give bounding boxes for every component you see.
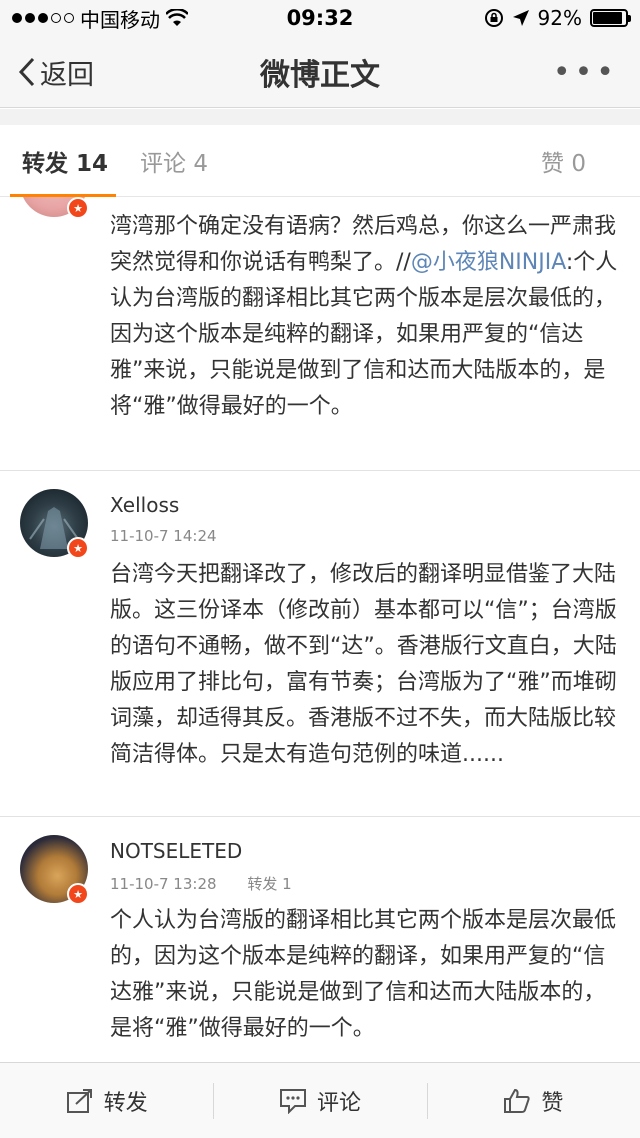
more-button[interactable]: •••: [553, 36, 618, 108]
bottom-toolbar: 转发 评论 赞: [0, 1062, 640, 1138]
comment-icon: [279, 1088, 306, 1114]
chevron-left-icon: [18, 57, 35, 87]
status-right: 92%: [484, 6, 631, 30]
status-left: 中国移动: [12, 4, 188, 33]
battery-fill: [593, 12, 623, 24]
tab-bar: 转发 14 评论 4 赞 0: [0, 125, 640, 197]
mention-link[interactable]: @小夜狼NINJIA: [411, 250, 566, 275]
back-label: 返回: [40, 59, 94, 91]
repost-list[interactable]: ★ 湾湾那个确定没有语病？然后鸡总，你这么一严肃我突然觉得和你说话有鸭梨了。//…: [0, 197, 640, 1062]
tab-comments[interactable]: 评论 4: [140, 125, 208, 197]
battery-percent: 92%: [537, 6, 582, 30]
username[interactable]: Xelloss: [110, 493, 179, 517]
like-label: 赞: [541, 1090, 564, 1116]
repost-count[interactable]: 转发 1: [247, 875, 291, 893]
wifi-icon: [166, 9, 188, 26]
repost-text: 湾湾那个确定没有语病？然后鸡总，你这么一严肃我突然觉得和你说话有鸭梨了。//@小…: [110, 214, 618, 419]
repost-icon: [66, 1088, 92, 1113]
list-item: ★ NOTSELETED 11-10-7 13:28 转发 1 个人认为台湾版的…: [0, 817, 640, 1062]
repost-label: 转发: [103, 1090, 148, 1116]
thumbs-up-icon: [504, 1088, 530, 1113]
repost-button[interactable]: 转发: [0, 1063, 213, 1138]
comment-label: 评论: [316, 1090, 361, 1116]
location-icon: [512, 10, 529, 26]
more-dots-icon: •••: [552, 54, 618, 90]
verified-badge-icon: ★: [67, 537, 89, 559]
tab-reposts[interactable]: 转发 14: [9, 125, 117, 197]
nav-bar: 返回 微博正文 •••: [0, 36, 640, 108]
post-meta: 11-10-7 13:28 转发 1: [110, 873, 318, 894]
comment-button[interactable]: 评论: [213, 1063, 426, 1138]
username[interactable]: NOTSELETED: [110, 839, 242, 863]
rotation-lock-icon: [484, 9, 503, 27]
status-bar: 中国移动 09:32 92%: [0, 0, 640, 36]
post-time: 11-10-7 13:28: [110, 875, 217, 893]
carrier-label: 中国移动: [80, 7, 160, 32]
verified-badge-icon: ★: [67, 197, 89, 219]
list-item: ★ Xelloss 11-10-7 14:24 台湾今天把翻译改了，修改后的翻译…: [0, 471, 640, 817]
battery-icon: [590, 9, 631, 27]
signal-icon: [12, 13, 74, 23]
repost-text: 台湾今天把翻译改了，修改后的翻译明显借鉴了大陆版。这三份译本（修改前）基本都可以…: [110, 562, 617, 767]
like-button[interactable]: 赞: [426, 1063, 640, 1138]
page-title: 微博正文: [260, 57, 380, 93]
repost-text: 个人认为台湾版的翻译相比其它两个版本是层次最低的，因为这个版本是纯粹的翻译，如果…: [110, 908, 617, 1041]
tab-likes[interactable]: 赞 0: [541, 125, 586, 197]
list-item: ★ 湾湾那个确定没有语病？然后鸡总，你这么一严肃我突然觉得和你说话有鸭梨了。//…: [0, 197, 640, 471]
post-meta: 11-10-7 14:24: [110, 527, 243, 545]
status-time: 09:32: [286, 6, 354, 30]
back-button[interactable]: 返回: [18, 36, 94, 108]
verified-badge-icon: ★: [67, 883, 89, 905]
post-time: 11-10-7 14:24: [110, 527, 217, 545]
section-gap: [0, 109, 640, 125]
